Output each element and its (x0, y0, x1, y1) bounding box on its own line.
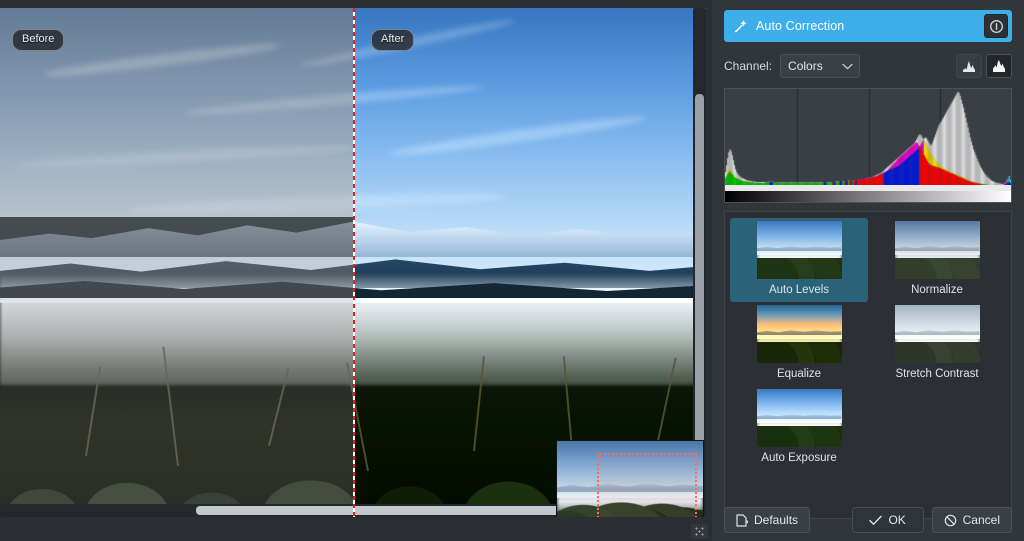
info-icon (989, 19, 1003, 33)
after-label: After (371, 29, 415, 51)
info-button[interactable] (984, 14, 1008, 38)
restore-defaults-icon (736, 513, 748, 527)
preset-thumbnail (894, 305, 980, 363)
resize-grip-icon[interactable] (691, 524, 708, 539)
before-after-canvas[interactable]: Before After (0, 8, 706, 517)
preset-label: Auto Levels (768, 284, 830, 296)
before-after-split-handle[interactable] (353, 8, 355, 517)
vertical-scrollbar-thumb[interactable] (695, 94, 704, 486)
panel-header: Auto Correction (724, 10, 1012, 42)
logarithmic-scale-button[interactable] (986, 54, 1012, 78)
preset-auto-exposure[interactable]: Auto Exposure (730, 386, 868, 470)
histogram-plot (725, 89, 1011, 187)
preset-label: Normalize (911, 284, 963, 296)
preset-equalize[interactable]: Equalize (730, 302, 868, 386)
histogram-log-icon (992, 60, 1005, 72)
histogram[interactable] (724, 88, 1012, 203)
ok-label: OK (888, 513, 906, 527)
preset-stretch-contrast[interactable]: Stretch Contrast (868, 302, 1006, 386)
image-preview-area[interactable]: Before After (0, 0, 712, 541)
preset-auto-levels[interactable]: Auto Levels (730, 218, 868, 302)
histogram-linear-icon (962, 61, 975, 72)
preset-grid: Auto Levels Normalize Equalize Stretch C… (724, 211, 1012, 519)
channel-select-value: Colors (788, 59, 823, 73)
preset-thumbnail (894, 221, 980, 279)
before-image (0, 8, 353, 517)
photo-before (0, 8, 353, 517)
ok-button[interactable]: OK (851, 507, 924, 533)
channel-label: Channel: (724, 59, 773, 73)
histogram-tonal-gradient (725, 191, 1011, 202)
dialog-footer: Defaults OK Cancel (724, 507, 1012, 533)
foreground-foliage (0, 303, 353, 517)
sky (353, 8, 706, 304)
defaults-button[interactable]: Defaults (724, 507, 811, 533)
navigation-thumbnail[interactable] (556, 440, 704, 517)
channel-select[interactable]: Colors (780, 54, 861, 78)
check-icon (869, 515, 883, 525)
defaults-label: Defaults (754, 513, 799, 527)
settings-panel: Auto Correction Channel: Colors Auto Lev… (712, 0, 1024, 541)
preset-normalize[interactable]: Normalize (868, 218, 1006, 302)
linear-scale-button[interactable] (956, 54, 982, 78)
cancel-label: Cancel (962, 513, 1000, 527)
histogram-scale-buttons (956, 54, 1012, 78)
cancel-icon (944, 514, 956, 526)
panel-title: Auto Correction (756, 19, 845, 33)
auto-correction-dialog: Before After Auto Correction Channel: Co… (0, 0, 1024, 541)
preset-thumbnail (754, 219, 844, 281)
preset-label: Equalize (776, 368, 822, 380)
magic-wand-icon (733, 19, 748, 34)
preset-label: Auto Exposure (761, 452, 837, 464)
preset-thumbnail (756, 305, 842, 363)
viewport-selection-rect[interactable] (597, 453, 697, 517)
preset-thumbnail (756, 389, 842, 447)
cancel-button[interactable]: Cancel (931, 507, 1012, 533)
chevron-down-icon (842, 59, 853, 73)
preset-label: Stretch Contrast (895, 368, 979, 380)
before-label: Before (12, 29, 65, 51)
channel-row: Channel: Colors (724, 53, 1012, 79)
